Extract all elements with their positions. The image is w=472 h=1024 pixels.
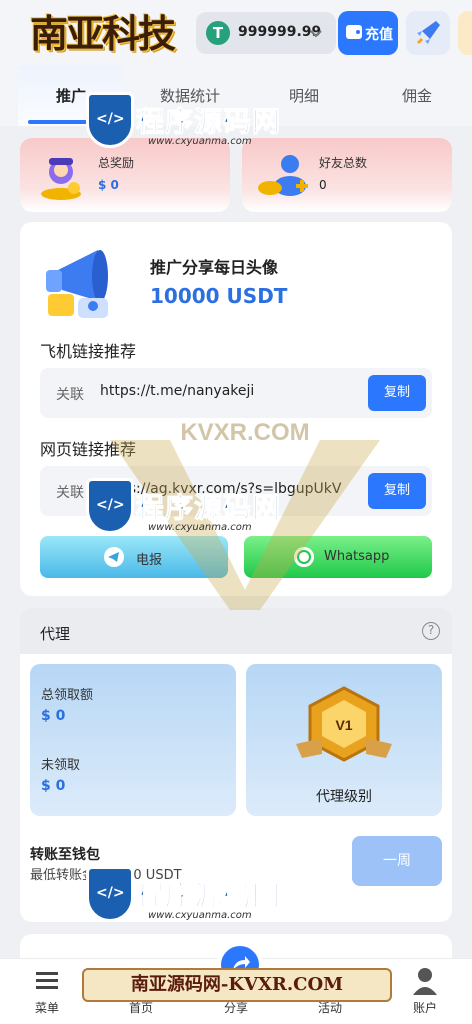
- transfer-title: 转账至钱包: [30, 847, 100, 863]
- reward-character-icon: [41, 158, 81, 200]
- menu-icon: [36, 972, 58, 989]
- tab-details[interactable]: 明细: [256, 66, 352, 126]
- tab-promote[interactable]: 推广: [18, 66, 124, 126]
- telegram-link-url[interactable]: https://t.me/nanyakeji: [100, 383, 362, 399]
- friends-value: 0: [319, 178, 327, 192]
- whatsapp-share-button[interactable]: Whatsapp: [244, 536, 432, 578]
- agent-level-box: V1 代理级别: [246, 664, 442, 816]
- telegram-share-label: 电报: [136, 553, 163, 568]
- tab-statistics[interactable]: 数据统计: [140, 66, 240, 126]
- usdt-icon: T: [206, 21, 230, 45]
- share-card: 推广分享每日头像 10000 USDT 飞机链接推荐 关联 https://t.…: [20, 222, 452, 596]
- chevron-down-icon: [310, 30, 322, 38]
- telegram-share-button[interactable]: 电报: [40, 536, 228, 578]
- bottom-watermark-banner: 南亚源码网-KVXR.COM: [82, 968, 392, 1002]
- tab-commission[interactable]: 佣金: [370, 66, 464, 126]
- agent-header: 代理 ?: [20, 608, 452, 654]
- friends-icon: [258, 155, 308, 196]
- header: 南亚科技 T 999999.99 充值: [0, 0, 472, 66]
- unclaimed-value: $ 0: [41, 778, 66, 794]
- web-link-prefix: 关联: [56, 485, 84, 501]
- wallet-icon: [346, 25, 362, 39]
- agent-card: 代理 ? 总领取额 $ 0 未领取 $ 0 V1 代理级别 转账至钱包 最低转账…: [20, 608, 452, 922]
- share-amount: 10000 USDT: [150, 284, 288, 308]
- whatsapp-icon: [294, 547, 314, 567]
- tab-indicator: [28, 120, 114, 124]
- whatsapp-share-label: Whatsapp: [324, 549, 390, 564]
- level-badge-icon: V1: [296, 686, 392, 762]
- nav-menu-label: 菜单: [34, 1001, 59, 1015]
- web-link-url[interactable]: https://ag.kvxr.com/s?s=lbgupUkV: [100, 481, 362, 497]
- nav-account-label: 账户: [412, 1001, 437, 1015]
- nav-menu[interactable]: 菜单: [0, 959, 94, 1024]
- help-icon[interactable]: ?: [422, 622, 440, 640]
- telegram-link-prefix: 关联: [56, 387, 84, 403]
- megaphone-icon: [46, 250, 108, 318]
- share-title: 推广分享每日头像: [150, 258, 279, 277]
- week-button[interactable]: 一周: [352, 836, 442, 886]
- total-reward-label: 总奖励: [98, 156, 135, 170]
- earnings-box: 总领取额 $ 0 未领取 $ 0: [30, 664, 236, 816]
- web-section-label: 网页链接推荐: [40, 440, 137, 459]
- agent-level-label: 代理级别: [316, 789, 372, 805]
- unclaimed-label: 未领取: [41, 758, 81, 773]
- level-badge-text: V1: [335, 717, 352, 733]
- rocket-button[interactable]: [406, 11, 450, 55]
- total-reward-value: $ 0: [98, 178, 119, 192]
- copy-telegram-button[interactable]: 复制: [368, 375, 426, 411]
- friends-card: 好友总数 0: [242, 138, 452, 212]
- nav-account[interactable]: 账户: [378, 959, 472, 1024]
- friends-label: 好友总数: [319, 156, 368, 170]
- telegram-icon: [104, 547, 124, 567]
- balance-selector[interactable]: T 999999.99: [196, 12, 336, 54]
- tab-bar: 推广 数据统计 明细 佣金: [0, 66, 472, 126]
- web-link-box: 关联 https://ag.kvxr.com/s?s=lbgupUkV 复制: [40, 466, 432, 516]
- copy-web-button[interactable]: 复制: [368, 473, 426, 509]
- rocket-icon: [416, 21, 440, 45]
- transfer-subtitle: 最低转账金额为 10 USDT: [30, 868, 182, 883]
- telegram-link-box: 关联 https://t.me/nanyakeji 复制: [40, 368, 432, 418]
- app-logo[interactable]: 南亚科技: [30, 8, 176, 60]
- telegram-section-label: 飞机链接推荐: [40, 342, 137, 361]
- total-claimed-value: $ 0: [41, 708, 66, 724]
- extra-header-button[interactable]: [458, 11, 472, 55]
- recharge-label: 充值: [365, 27, 393, 43]
- total-claimed-label: 总领取额: [41, 688, 94, 703]
- total-reward-card: 总奖励 $ 0: [20, 138, 230, 212]
- agent-title: 代理: [40, 625, 71, 643]
- recharge-button[interactable]: 充值: [338, 11, 398, 55]
- user-icon: [413, 968, 437, 995]
